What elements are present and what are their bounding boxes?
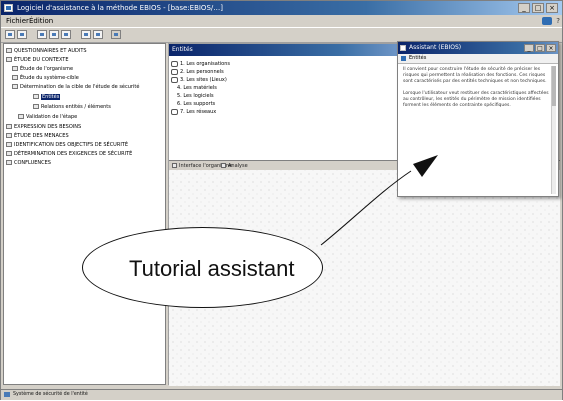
assistant-scrollbar[interactable] — [551, 66, 556, 194]
list-item[interactable]: 3. Les sites (Lieux) — [171, 76, 227, 84]
list-item[interactable]: 5. Les logiciels — [177, 92, 214, 100]
tree-item[interactable]: QUESTIONNAIRES ET AUDITS — [6, 47, 87, 55]
open-icon[interactable] — [17, 30, 27, 39]
folder-icon — [6, 160, 12, 165]
list-item[interactable]: 1. Les organisations — [171, 60, 230, 68]
assistant-body: Il convient pour construire l'étude de s… — [403, 67, 549, 192]
cut-icon[interactable] — [61, 30, 71, 39]
entities-panel-title: Entités — [172, 46, 193, 53]
document-icon — [33, 94, 39, 99]
menu-edit[interactable]: Édition — [29, 15, 53, 27]
assistant-maximize-button[interactable]: □ — [535, 44, 545, 52]
document-icon — [33, 104, 39, 109]
folder-icon — [6, 133, 12, 138]
close-button[interactable]: × — [546, 3, 558, 13]
item-icon — [171, 60, 178, 67]
application-window: Logiciel d'assistance à la méthode EBIOS… — [0, 0, 563, 400]
maximize-button[interactable]: □ — [532, 3, 544, 13]
assistant-scroll-thumb[interactable] — [552, 66, 556, 106]
assistant-titlebar: Assistant (EBIOS) _ □ × — [398, 42, 558, 54]
assistant-window: Assistant (EBIOS) _ □ × Entités Il convi… — [397, 41, 559, 197]
app-icon — [4, 4, 13, 12]
item-icon — [171, 76, 178, 83]
help-label[interactable]: ? — [556, 15, 560, 27]
new-icon[interactable] — [5, 30, 15, 39]
tree-item[interactable]: IDENTIFICATION DES OBJECTIFS DE SÉCURITÉ — [6, 141, 128, 149]
item-icon — [171, 68, 178, 75]
item-icon — [171, 108, 178, 115]
document-icon — [18, 114, 24, 119]
help-icon[interactable] — [542, 17, 552, 25]
tree-item[interactable]: EXPRESSION DES BESOINS — [6, 123, 81, 131]
entities-panel-header: Entités — [169, 44, 397, 56]
folder-icon — [6, 57, 12, 62]
print-icon[interactable] — [49, 30, 59, 39]
assistant-close-button[interactable]: × — [546, 44, 556, 52]
tree-item[interactable]: Étude du système-cible — [12, 74, 79, 82]
minimize-button[interactable]: _ — [518, 3, 530, 13]
tree-pane: QUESTIONNAIRES ET AUDITS ÉTUDE DU CONTEX… — [3, 43, 166, 385]
help-icon[interactable] — [111, 30, 121, 39]
list-item[interactable]: 6. Les supports — [177, 100, 215, 108]
list-item[interactable]: 4. Les matériels — [177, 84, 217, 92]
tree-item[interactable]: CONFLUENCES — [6, 159, 51, 167]
tree-item[interactable]: Validation de l'étape — [18, 113, 77, 121]
window-title: Logiciel d'assistance à la méthode EBIOS… — [17, 4, 223, 12]
list-item[interactable]: 7. Les réseaux — [171, 108, 216, 116]
tree-item-selected[interactable]: Entités — [33, 93, 61, 101]
annotation-label: Tutorial assistant — [129, 256, 295, 281]
folder-icon — [6, 151, 12, 156]
save-icon[interactable] — [37, 30, 47, 39]
assistant-paragraph: Lorsque l'utilisateur veut restituer des… — [403, 91, 549, 108]
window-controls: _ □ × — [518, 3, 558, 13]
tree-item[interactable]: ÉTUDE DES MENACES — [6, 132, 69, 140]
folder-icon — [6, 142, 12, 147]
window-titlebar: Logiciel d'assistance à la méthode EBIOS… — [1, 1, 562, 15]
tree-item[interactable]: ÉTUDE DU CONTEXTE — [6, 56, 69, 64]
assistant-paragraph: Il convient pour construire l'étude de s… — [403, 67, 547, 84]
tree-item[interactable]: Étude de l'organisme — [12, 65, 73, 73]
tree-item[interactable]: Relations entités / éléments — [33, 103, 111, 111]
folder-icon — [12, 66, 18, 71]
tree-item[interactable]: DÉTERMINATION DES EXIGENCES DE SÉCURITÉ — [6, 150, 132, 158]
menu-file[interactable]: Fichier — [6, 15, 29, 27]
assistant-subtitle: Entités — [409, 55, 427, 61]
list-item[interactable]: 2. Les personnels — [171, 68, 224, 76]
tree-item[interactable]: Détermination de la cible de l'étude de … — [12, 83, 139, 91]
tab-icon — [221, 163, 226, 168]
folder-icon — [6, 124, 12, 129]
folder-icon — [6, 48, 12, 53]
assistant-minimize-button[interactable]: _ — [524, 44, 534, 52]
copy-icon[interactable] — [81, 30, 91, 39]
status-icon — [4, 392, 10, 397]
status-bar: Système de sécurité de l'entité — [1, 389, 562, 400]
status-text: Système de sécurité de l'entité — [13, 392, 88, 397]
assistant-title: Assistant (EBIOS) — [409, 44, 462, 51]
assistant-page-icon — [401, 56, 406, 61]
entities-panel: Entités 1. Les organisations 2. Les pers… — [169, 44, 398, 160]
assistant-subheader: Entités — [398, 54, 558, 64]
tab-icon — [172, 163, 177, 168]
assistant-controls: _ □ × — [524, 44, 556, 52]
assistant-icon — [400, 45, 406, 51]
folder-icon — [12, 84, 18, 89]
menu-bar: Fichier Édition ? — [1, 15, 562, 27]
folder-icon — [12, 75, 18, 80]
paste-icon[interactable] — [93, 30, 103, 39]
